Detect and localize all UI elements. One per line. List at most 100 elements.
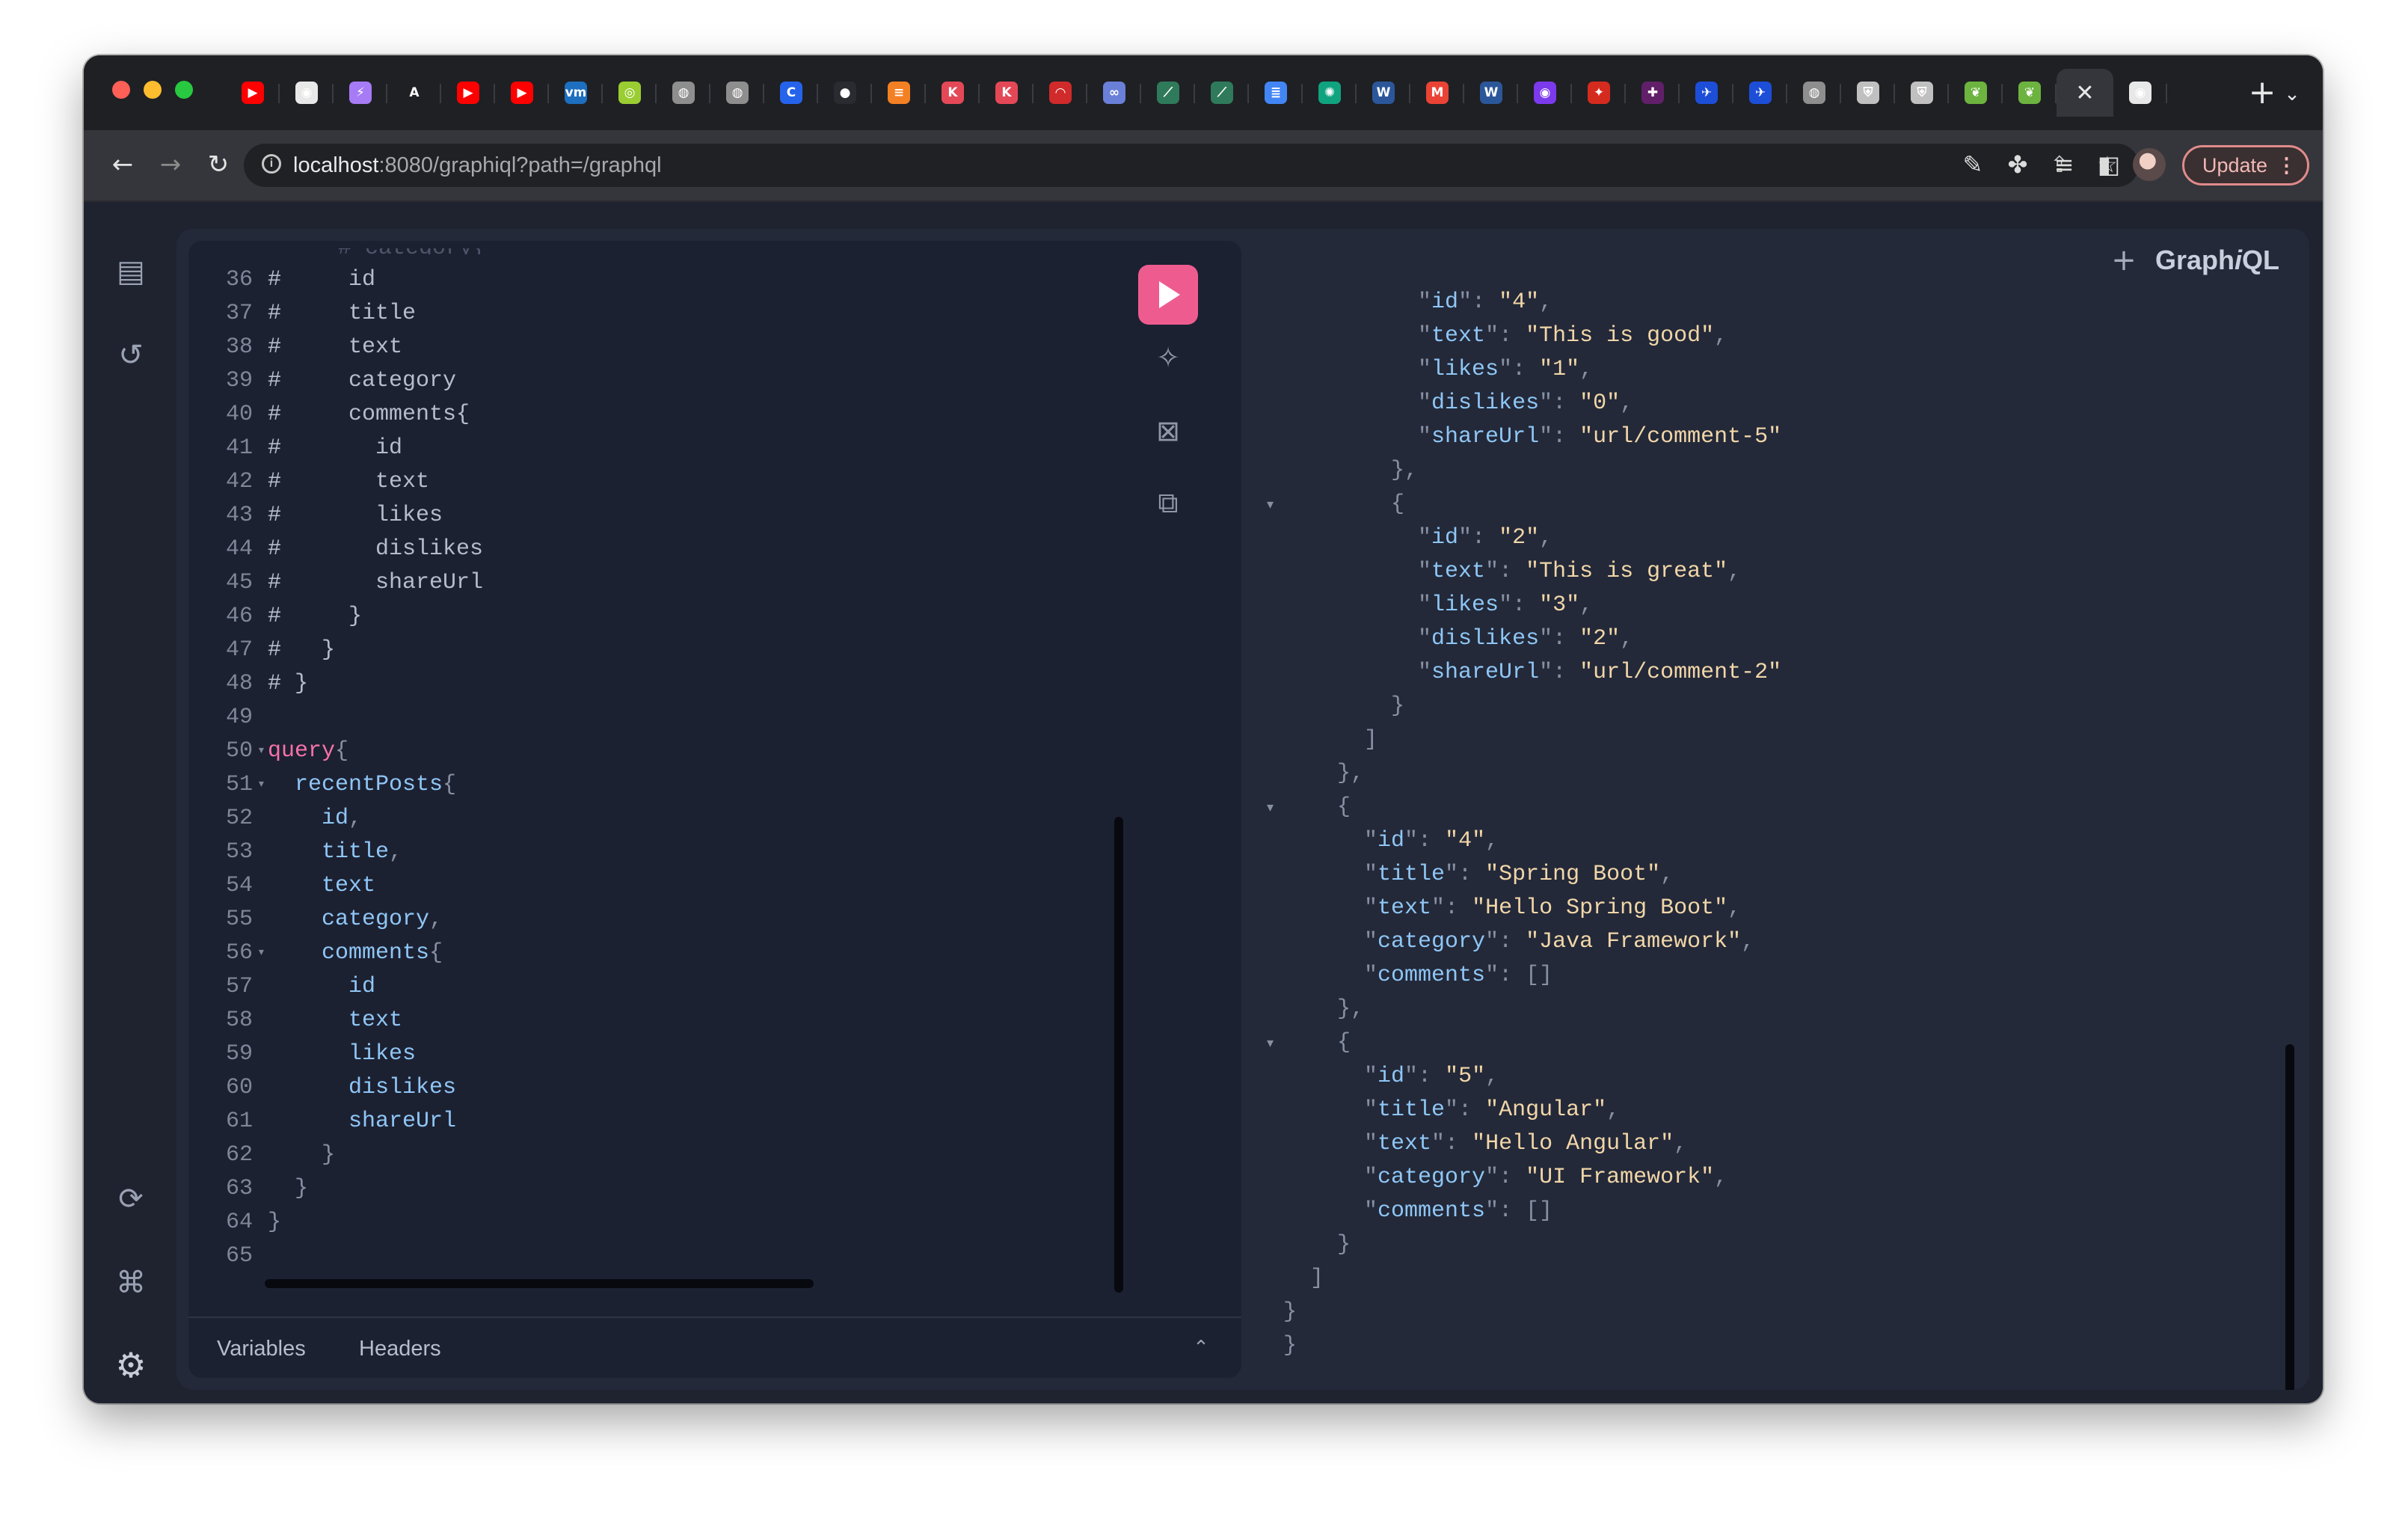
result-line: { — [1283, 1026, 1351, 1060]
kotlin-icon: K — [942, 82, 964, 104]
json-punct: , — [1539, 525, 1553, 551]
url-text[interactable]: localhost:8080/graphiql?path=/graphql — [293, 144, 662, 187]
keyboard-shortcuts-icon[interactable]: ⌘ — [112, 1264, 150, 1302]
browser-tab[interactable]: ◠ — [1033, 69, 1087, 117]
browser-tab[interactable]: ▶ — [495, 69, 549, 117]
fold-arrow-icon[interactable]: ▾ — [1267, 1034, 1285, 1052]
json-punct: ": — [1539, 424, 1580, 450]
result-viewer[interactable]: + GraphiQL "id": "4", "text": "This is g… — [1253, 229, 2309, 1390]
close-icon[interactable]: ✕ — [2074, 80, 2096, 106]
back-icon[interactable]: ← — [103, 145, 142, 184]
json-punct: ": — [1458, 525, 1499, 551]
token-comment: # title — [268, 301, 417, 326]
browser-tab[interactable]: ◍ — [1787, 69, 1841, 117]
browser-tab[interactable]: ⚡ — [334, 69, 387, 117]
line-number: 41 — [225, 435, 253, 461]
token-punct: { — [335, 738, 349, 764]
variables-tab[interactable]: Variables — [217, 1318, 306, 1378]
forward-icon[interactable]: → — [151, 145, 190, 184]
browser-tab[interactable]: ◉ — [280, 69, 334, 117]
browser-tab[interactable]: ✦ — [1572, 69, 1626, 117]
close-window-button[interactable] — [112, 81, 130, 99]
token-field: id — [268, 806, 349, 831]
browser-tab[interactable]: W — [1464, 69, 1518, 117]
query-line-text: # comments{ — [268, 398, 470, 432]
browser-tab[interactable]: M — [1410, 69, 1464, 117]
tab-active[interactable]: ✕ — [2057, 69, 2113, 117]
browser-tab[interactable]: ⛨ — [1841, 69, 1895, 117]
editor-vertical-scrollbar[interactable] — [1114, 817, 1123, 1293]
query-line-text: # likes — [268, 499, 443, 533]
browser-tab[interactable]: W — [1357, 69, 1410, 117]
chevron-up-icon[interactable]: ⌃ — [1188, 1334, 1214, 1361]
browser-tab[interactable]: ∞ — [1087, 69, 1141, 117]
browser-tab[interactable]: vm — [549, 69, 603, 117]
execute-query-button[interactable] — [1138, 265, 1198, 325]
result-line: { — [1283, 791, 1351, 824]
fold-arrow-icon[interactable]: ▾ — [1267, 495, 1285, 513]
json-str: "Hello Angular" — [1472, 1131, 1674, 1156]
globe-icon: ◍ — [726, 82, 749, 104]
tab-search-button[interactable]: ⌄ — [2273, 78, 2311, 111]
reading-list-icon[interactable]: ≡ — [2046, 147, 2082, 183]
browser-tab[interactable]: ✈ — [1733, 69, 1787, 117]
merge-fragments-icon[interactable]: ⊠ — [1147, 410, 1189, 452]
browser-tab[interactable]: ▶ — [226, 69, 280, 117]
browser-tab[interactable]: ● — [818, 69, 872, 117]
browser-tab[interactable]: ⛨ — [1895, 69, 1949, 117]
address-bar[interactable]: i localhost:8080/graphiql?path=/graphql … — [244, 144, 2139, 187]
pen-extension-icon[interactable]: ✎ — [1955, 147, 1991, 183]
json-str: "0" — [1579, 390, 1621, 416]
browser-tab[interactable]: ◍ — [710, 69, 764, 117]
query-line-text: # } — [268, 600, 362, 634]
browser-tab[interactable]: C — [764, 69, 818, 117]
editor-horizontal-scrollbar[interactable] — [265, 1279, 814, 1288]
line-number: 55 — [225, 907, 253, 932]
refetch-schema-icon[interactable]: ⟳ — [112, 1180, 150, 1218]
browser-tab[interactable]: ❦ — [2003, 69, 2057, 117]
prettify-icon[interactable]: ✧ — [1147, 337, 1189, 378]
zoom-window-button[interactable] — [175, 81, 193, 99]
browser-tab[interactable]: ❦ — [1949, 69, 2003, 117]
browser-tab[interactable]: ≡ — [872, 69, 926, 117]
browser-tab[interactable]: ▶ — [441, 69, 495, 117]
site-info-icon[interactable]: i — [262, 154, 281, 174]
settings-gear-icon[interactable]: ⚙ — [112, 1346, 150, 1384]
side-panel-icon[interactable]: ◧ — [2091, 147, 2127, 183]
logo-italic: i — [2235, 245, 2243, 275]
browser-tab[interactable]: ◉ — [2113, 69, 2167, 117]
json-str: "Java Framework" — [1526, 929, 1742, 954]
query-line-text: # id — [268, 432, 402, 465]
json-str: "Hello Spring Boot" — [1472, 895, 1728, 921]
add-tab-button[interactable]: + — [2101, 238, 2146, 283]
browser-tab[interactable]: K — [926, 69, 980, 117]
json-punct: { — [1283, 1030, 1351, 1055]
query-editor[interactable]: # category{ 36# id37# title38# text39# c… — [188, 241, 1241, 1378]
profile-avatar[interactable] — [2133, 148, 2166, 181]
browser-tab[interactable]: ✚ — [1626, 69, 1680, 117]
update-button[interactable]: Update ⋮ — [2182, 145, 2309, 186]
browser-tab[interactable]: ◎ — [603, 69, 657, 117]
extensions-puzzle-icon[interactable]: ✤ — [2000, 147, 2036, 183]
headers-tab[interactable]: Headers — [359, 1318, 441, 1378]
browser-tab[interactable]: ✺ — [1303, 69, 1357, 117]
docs-explorer-icon[interactable]: ▤ — [112, 253, 150, 290]
minimize-window-button[interactable] — [144, 81, 162, 99]
copy-query-icon[interactable]: ⧉ — [1147, 482, 1189, 524]
purple-app-icon: ◉ — [1534, 82, 1556, 104]
browser-tab[interactable]: ⟋ — [1195, 69, 1249, 117]
browser-tab[interactable]: ⟋ — [1141, 69, 1195, 117]
history-icon[interactable]: ↺ — [112, 337, 150, 374]
shield-icon: ⛨ — [1911, 82, 1933, 104]
more-menu-icon[interactable]: ⋮ — [2276, 147, 2297, 183]
browser-tab[interactable]: ◉ — [1518, 69, 1572, 117]
reload-icon[interactable]: ↻ — [199, 145, 238, 184]
json-str: "url/comment-5" — [1579, 424, 1782, 450]
browser-tab[interactable]: K — [980, 69, 1033, 117]
browser-tab[interactable]: A — [387, 69, 441, 117]
browser-tab[interactable]: ≣ — [1249, 69, 1303, 117]
browser-tab[interactable]: ✈ — [1680, 69, 1733, 117]
browser-tab[interactable]: ◍ — [657, 69, 710, 117]
fold-arrow-icon[interactable]: ▾ — [1267, 798, 1285, 816]
result-vertical-scrollbar[interactable] — [2285, 1044, 2294, 1390]
